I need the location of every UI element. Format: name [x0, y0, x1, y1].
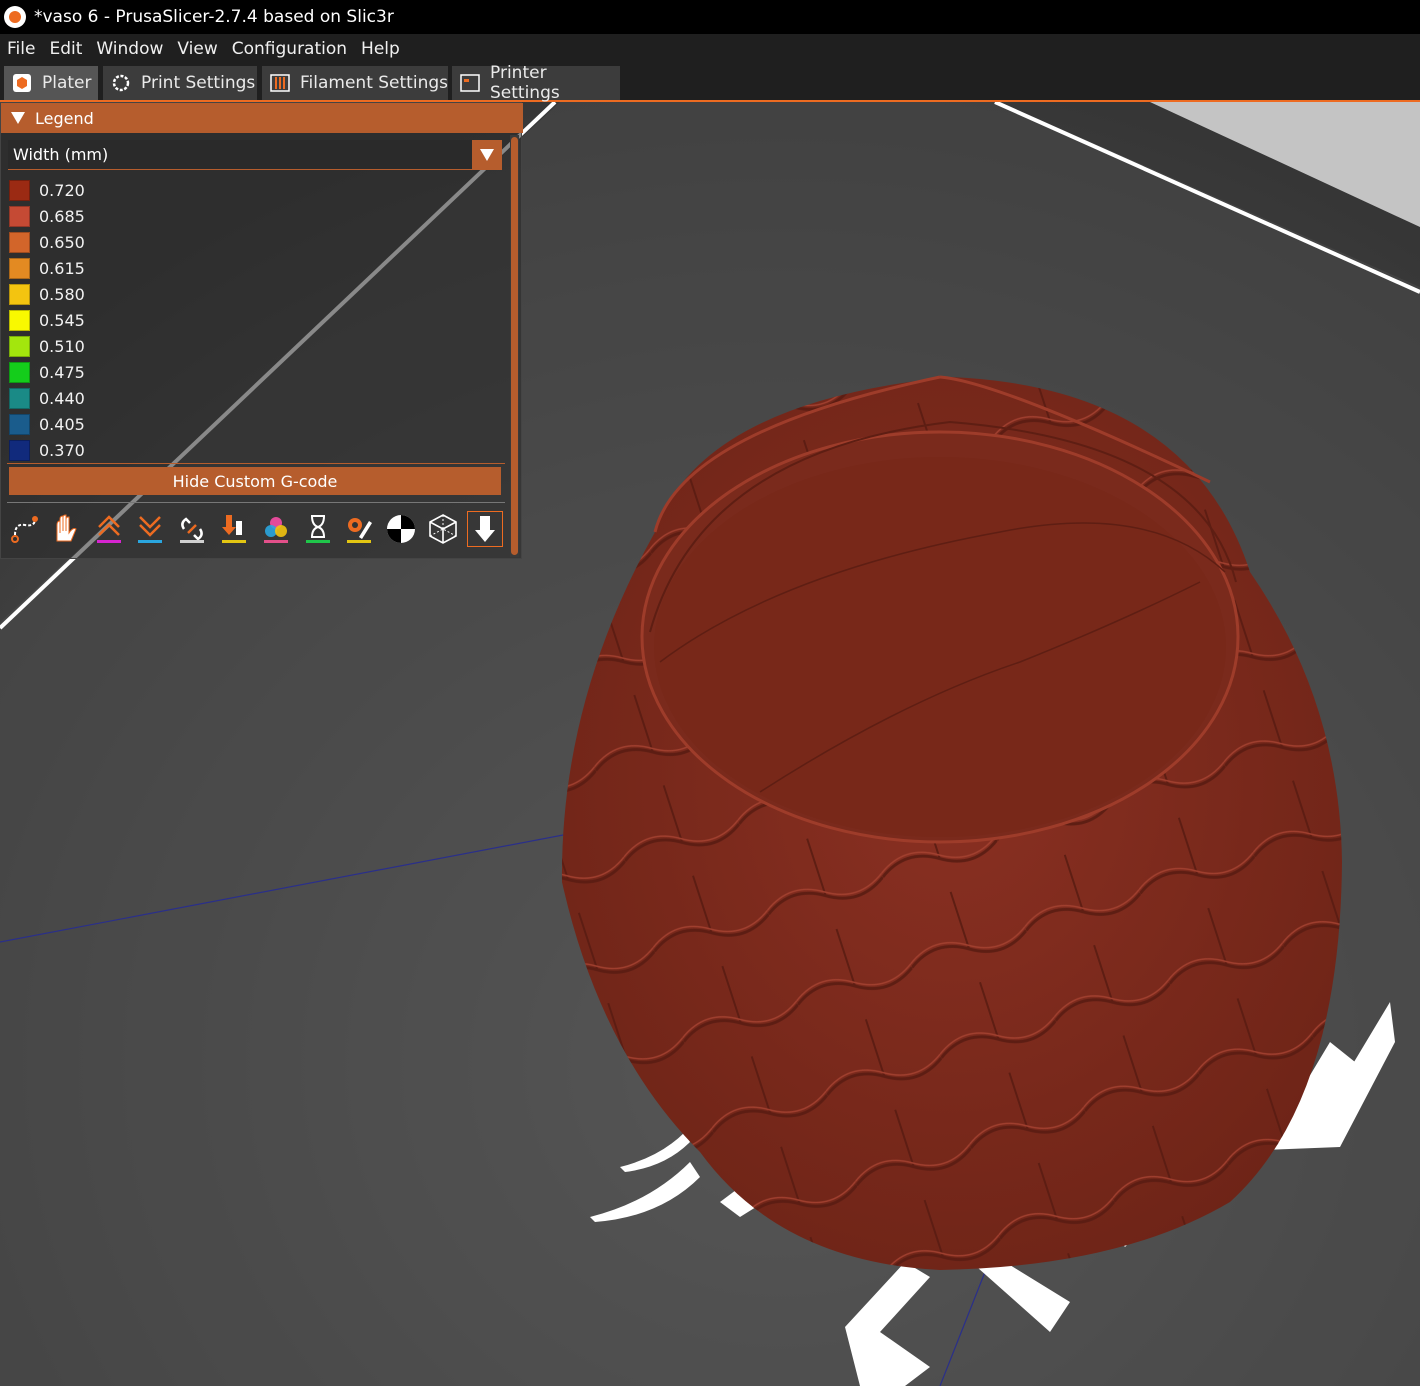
menu-configuration[interactable]: Configuration [232, 39, 347, 59]
legend-header[interactable]: Legend [1, 103, 523, 133]
legend-value: 0.685 [39, 206, 85, 226]
legend-entry: 0.685 [9, 203, 85, 229]
menu-file[interactable]: File [7, 39, 35, 59]
legend-title: Legend [35, 108, 94, 128]
legend-entry: 0.370 [9, 437, 85, 463]
tab-printer-settings[interactable]: Printer Settings [452, 63, 620, 103]
color-swatch [9, 439, 30, 461]
legend-divider [7, 502, 505, 503]
legend-value: 0.475 [39, 362, 85, 382]
printer-icon [460, 73, 480, 93]
pause-icon[interactable] [300, 511, 336, 547]
legend-value: 0.405 [39, 414, 85, 434]
view-type-value: Width (mm) [13, 145, 109, 164]
legend-value: 0.615 [39, 258, 85, 278]
menu-bar: File Edit Window View Configuration Help [0, 34, 1420, 64]
legend-entries: 0.720 0.685 0.650 0.615 0.580 0.545 0.51… [9, 177, 85, 463]
tab-plater-label: Plater [42, 73, 92, 93]
tab-print-settings[interactable]: Print Settings [103, 66, 257, 100]
print-settings-icon [111, 73, 131, 93]
legend-value: 0.580 [39, 284, 85, 304]
legend-entry: 0.580 [9, 281, 85, 307]
chevron-down-icon[interactable] [472, 140, 502, 170]
legend-scroll-thumb[interactable] [511, 137, 518, 555]
color-swatch [9, 205, 30, 227]
legend-divider [7, 463, 505, 464]
plater-icon [12, 73, 32, 93]
tool-changes-icon[interactable] [216, 511, 252, 547]
retractions-icon[interactable] [91, 511, 127, 547]
tool-marker-icon[interactable] [466, 511, 503, 547]
shells-icon[interactable] [425, 511, 461, 547]
collapse-triangle-icon[interactable] [11, 112, 25, 124]
tab-filament-settings-label: Filament Settings [300, 73, 448, 93]
menu-edit[interactable]: Edit [49, 39, 82, 59]
legend-entry: 0.720 [9, 177, 85, 203]
hide-custom-gcode-button[interactable]: Hide Custom G-code [9, 467, 501, 495]
legend-value: 0.545 [39, 310, 85, 330]
legend-value: 0.370 [39, 440, 85, 460]
legend-value: 0.510 [39, 336, 85, 356]
view-type-combo[interactable]: Width (mm) [8, 140, 502, 170]
custom-gcode-icon[interactable] [341, 511, 377, 547]
title-bar: *vaso 6 - PrusaSlicer-2.7.4 based on Sli… [0, 0, 1420, 34]
window-title: *vaso 6 - PrusaSlicer-2.7.4 based on Sli… [34, 7, 394, 27]
color-swatch [9, 257, 30, 279]
tab-bar: Plater Print Settings Filament Settings … [0, 63, 1420, 103]
tab-print-settings-label: Print Settings [141, 73, 256, 93]
wipe-icon[interactable] [49, 511, 85, 547]
menu-window[interactable]: Window [96, 39, 163, 59]
legend-panel: Legend Width (mm) 0.720 0.685 0.650 0.61… [0, 102, 523, 559]
color-swatch [9, 335, 30, 357]
color-swatch [9, 283, 30, 305]
color-swatch [9, 387, 30, 409]
menu-help[interactable]: Help [361, 39, 400, 59]
color-changes-icon[interactable] [258, 511, 294, 547]
legend-entry: 0.405 [9, 411, 85, 437]
color-swatch [9, 231, 30, 253]
color-swatch [9, 361, 30, 383]
color-swatch [9, 179, 30, 201]
deretractions-icon[interactable] [132, 511, 168, 547]
legend-entry: 0.510 [9, 333, 85, 359]
legend-entry: 0.440 [9, 385, 85, 411]
legend-value: 0.440 [39, 388, 85, 408]
center-of-gravity-icon[interactable] [383, 511, 419, 547]
legend-entry: 0.475 [9, 359, 85, 385]
travel-icon[interactable] [7, 511, 43, 547]
legend-options-toolbar [7, 511, 509, 547]
legend-value: 0.720 [39, 180, 85, 200]
prusaslicer-logo-icon [4, 6, 26, 28]
color-swatch [9, 413, 30, 435]
tab-filament-settings[interactable]: Filament Settings [262, 66, 448, 100]
menu-view[interactable]: View [177, 39, 217, 59]
filament-icon [270, 73, 290, 93]
legend-entry: 0.650 [9, 229, 85, 255]
legend-entry: 0.545 [9, 307, 85, 333]
color-swatch [9, 309, 30, 331]
seams-icon[interactable] [174, 511, 210, 547]
legend-entry: 0.615 [9, 255, 85, 281]
tab-plater[interactable]: Plater [4, 66, 98, 100]
tab-printer-settings-label: Printer Settings [490, 63, 560, 103]
legend-value: 0.650 [39, 232, 85, 252]
